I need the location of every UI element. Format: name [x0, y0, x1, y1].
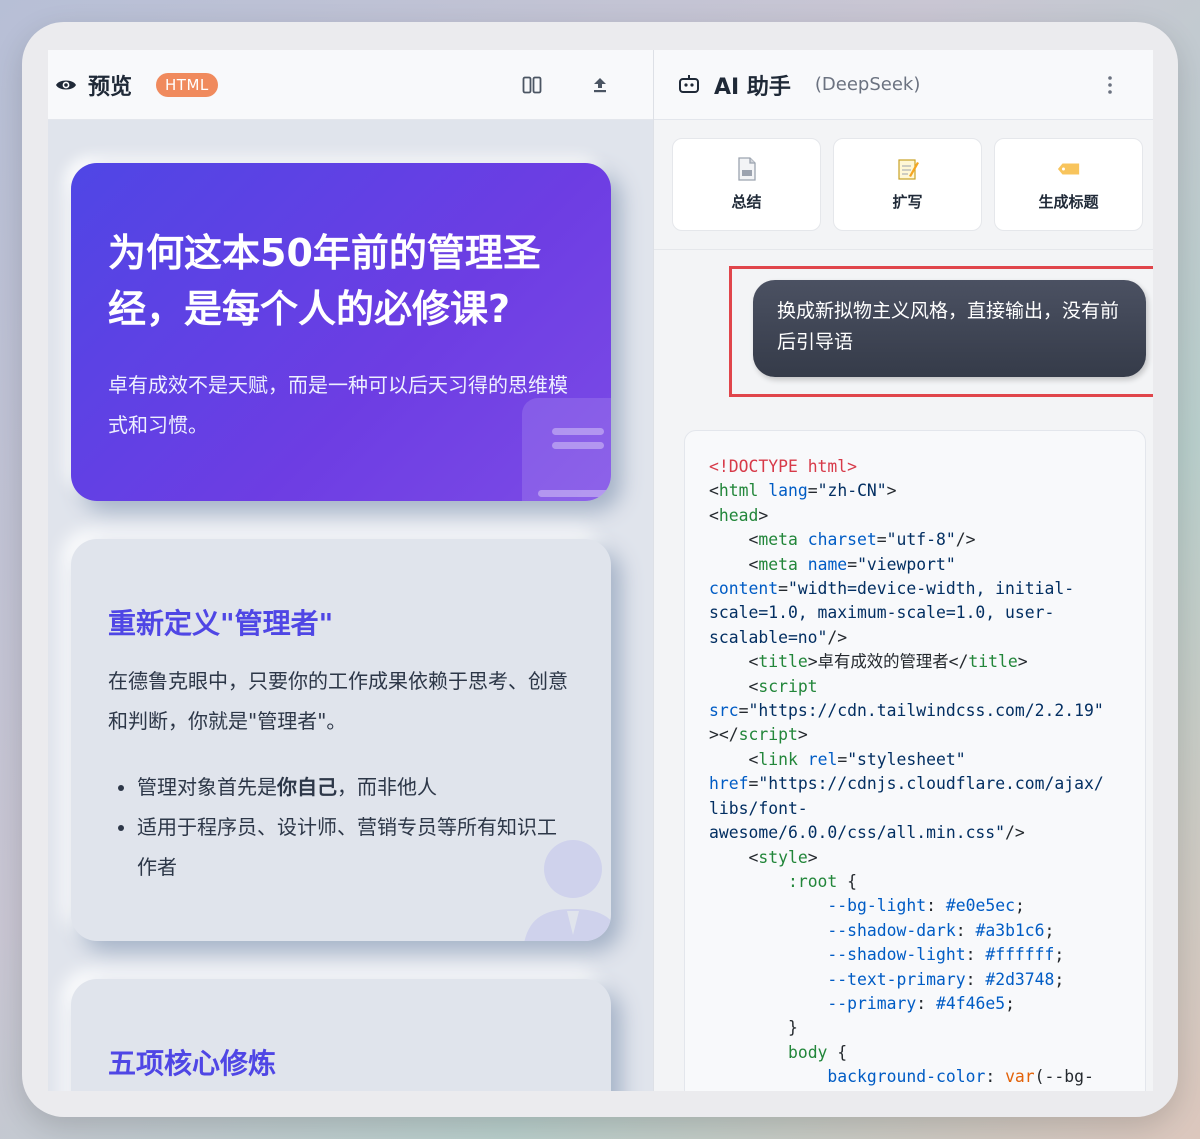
eye-icon — [54, 73, 78, 97]
action-label: 总结 — [731, 193, 762, 211]
ai-assistant-panel: AI 助手 (DeepSeek) 总结 扩写 生成标题 换成新拟物主义风格，直接… — [654, 50, 1153, 1091]
format-badge: HTML — [156, 72, 218, 97]
book-icon — [522, 398, 611, 501]
divider — [654, 249, 1153, 250]
hero-title: 为何这本50年前的管理圣经，是每个人的必修课? — [108, 231, 541, 331]
preview-header: 预览 HTML — [48, 50, 653, 120]
app-window: 预览 HTML 为何这本50年前的管理圣经，是每个人的必修课? 卓有成效不是天赋… — [48, 50, 1153, 1091]
robot-icon — [678, 74, 700, 96]
more-options-icon[interactable] — [1105, 74, 1115, 96]
label-icon — [1057, 157, 1081, 181]
bullet-list: 管理对象首先是你自己，而非他人 适用于程序员、设计师、营销专员等所有知识工作者 — [108, 767, 568, 887]
expand-button[interactable]: 扩写 — [833, 138, 982, 231]
hero-card: 为何这本50年前的管理圣经，是每个人的必修课? 卓有成效不是天赋，而是一种可以后… — [71, 163, 611, 501]
card-heading: 五项核心修炼 — [108, 1047, 277, 1080]
card-heading: 重新定义"管理者" — [108, 607, 334, 640]
user-tie-icon — [524, 840, 611, 941]
code-content: <!DOCTYPE html> <html lang="zh-CN"> <hea… — [709, 457, 1104, 1087]
document-icon — [735, 157, 759, 181]
preview-panel: 预览 HTML 为何这本50年前的管理圣经，是每个人的必修课? 卓有成效不是天赋… — [48, 50, 654, 1091]
hero-subtitle: 卓有成效不是天赋，而是一种可以后天习得的思维模式和习惯。 — [108, 373, 568, 437]
generate-title-button[interactable]: 生成标题 — [994, 138, 1143, 231]
split-view-icon[interactable] — [520, 73, 544, 97]
action-label: 扩写 — [892, 193, 923, 211]
redefine-manager-card: 重新定义"管理者" 在德鲁克眼中，只要你的工作成果依赖于思考、创意和判断，你就是… — [71, 539, 611, 941]
card-description: 在德鲁克眼中，只要你的工作成果依赖于思考、创意和判断，你就是"管理者"。 — [108, 669, 568, 733]
five-disciplines-card: 五项核心修炼 — [71, 979, 611, 1091]
memo-icon — [896, 157, 920, 181]
assistant-title: AI 助手 — [714, 74, 791, 100]
action-label: 生成标题 — [1038, 193, 1099, 211]
list-item: 管理对象首先是你自己，而非他人 — [108, 767, 568, 807]
user-message-bubble: 换成新拟物主义风格，直接输出，没有前后引导语 — [753, 280, 1146, 377]
assistant-header: AI 助手 (DeepSeek) — [654, 50, 1153, 120]
preview-content[interactable]: 为何这本50年前的管理圣经，是每个人的必修课? 卓有成效不是天赋，而是一种可以后… — [48, 121, 653, 1091]
model-name: (DeepSeek) — [814, 74, 921, 95]
quick-actions: 总结 扩写 生成标题 — [672, 138, 1143, 231]
list-item: 适用于程序员、设计师、营销专员等所有知识工作者 — [108, 807, 568, 887]
preview-title: 预览 — [88, 74, 133, 100]
summarize-button[interactable]: 总结 — [672, 138, 821, 231]
code-block[interactable]: <!DOCTYPE html> <html lang="zh-CN"> <hea… — [684, 430, 1146, 1091]
export-icon[interactable] — [588, 73, 612, 97]
